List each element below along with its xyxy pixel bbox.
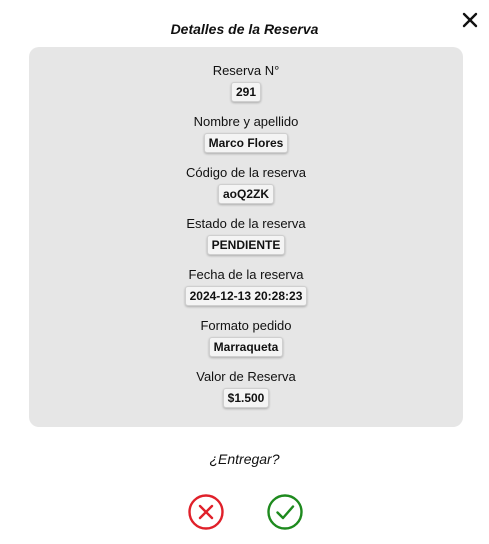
field-full-name: Nombre y apellido Marco Flores: [29, 114, 463, 153]
field-reservation-date: Fecha de la reserva 2024-12-13 20:28:23: [29, 267, 463, 306]
field-value: Marco Flores: [203, 133, 289, 153]
field-label: Reserva N°: [212, 63, 280, 78]
check-circle-icon: [267, 494, 303, 530]
field-reservation-amount: Valor de Reserva $1.500: [29, 369, 463, 408]
close-button[interactable]: [460, 10, 480, 30]
field-label: Fecha de la reserva: [188, 267, 304, 282]
reservation-details-modal: Detalles de la Reserva Reserva N° 291 No…: [0, 0, 489, 544]
field-value: $1.500: [222, 388, 270, 408]
field-label: Valor de Reserva: [196, 369, 296, 384]
field-reservation-number: Reserva N° 291: [29, 63, 463, 102]
status-badge: PENDIENTE: [206, 235, 286, 255]
field-value: 291: [230, 82, 262, 102]
field-reservation-status: Estado de la reserva PENDIENTE: [29, 216, 463, 255]
field-reservation-code: Código de la reserva aoQ2ZK: [29, 165, 463, 204]
details-card: Reserva N° 291 Nombre y apellido Marco F…: [29, 47, 463, 427]
reject-button[interactable]: [187, 493, 225, 531]
close-icon: [462, 12, 478, 28]
field-value: aoQ2ZK: [217, 184, 274, 204]
field-label: Formato pedido: [200, 318, 292, 333]
field-label: Código de la reserva: [186, 165, 306, 180]
deliver-question: ¿Entregar?: [209, 451, 280, 467]
field-value: 2024-12-13 20:28:23: [184, 286, 308, 306]
modal-title: Detalles de la Reserva: [170, 21, 319, 37]
field-label: Nombre y apellido: [193, 114, 299, 129]
field-label: Estado de la reserva: [186, 216, 306, 231]
field-value: Marraqueta: [208, 337, 284, 357]
accept-button[interactable]: [266, 493, 304, 531]
x-circle-icon: [188, 494, 224, 530]
field-ordered-format: Formato pedido Marraqueta: [29, 318, 463, 357]
